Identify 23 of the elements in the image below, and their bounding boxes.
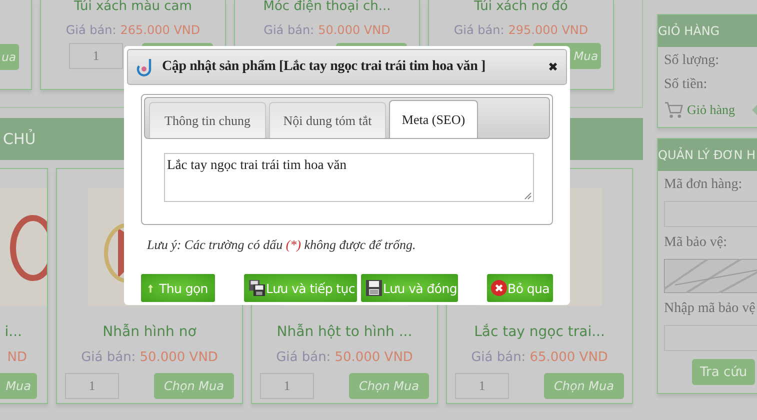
price-value: 50.000 VND [318,23,390,38]
panel-title: GIỎ HÀNG [658,24,720,38]
price-value: 265.000 VND [120,23,200,38]
price-label: Giá bán: [81,350,136,365]
order-label: Mã đơn hàng: [664,177,744,193]
price-label: Giá bán: [276,350,331,365]
price-value: 65.000 VND [530,350,608,365]
price-value: 50.000 VND [140,350,218,365]
panel-title: QUẢN LÝ ĐƠN H [658,148,756,162]
captcha-input-label: Nhập mã bảo vệ [664,301,756,317]
price-value: 50.000 VND [334,350,413,365]
price-value: 295.000 VND [508,23,588,38]
price-label: Giá bán: [264,23,314,38]
section-title: CHỦ [3,130,36,148]
quantity-label: Số lượng: [664,53,720,69]
price-label: Giá bán: [454,23,504,38]
price-label: Giá bán: [66,23,116,38]
dialog-title: Cập nhật sản phẩm [Lắc tay ngọc trai trái tim hoa văn ] [162,59,486,75]
captcha-label: Mã bảo vệ: [664,235,728,251]
amount-label: Số tiền: [664,77,708,93]
price-label: Giá bán: [471,350,526,365]
price-value: ND [7,350,27,365]
required-fields-note: Lưu ý: Các trường có dấu (*) không được để trống. [147,237,417,253]
